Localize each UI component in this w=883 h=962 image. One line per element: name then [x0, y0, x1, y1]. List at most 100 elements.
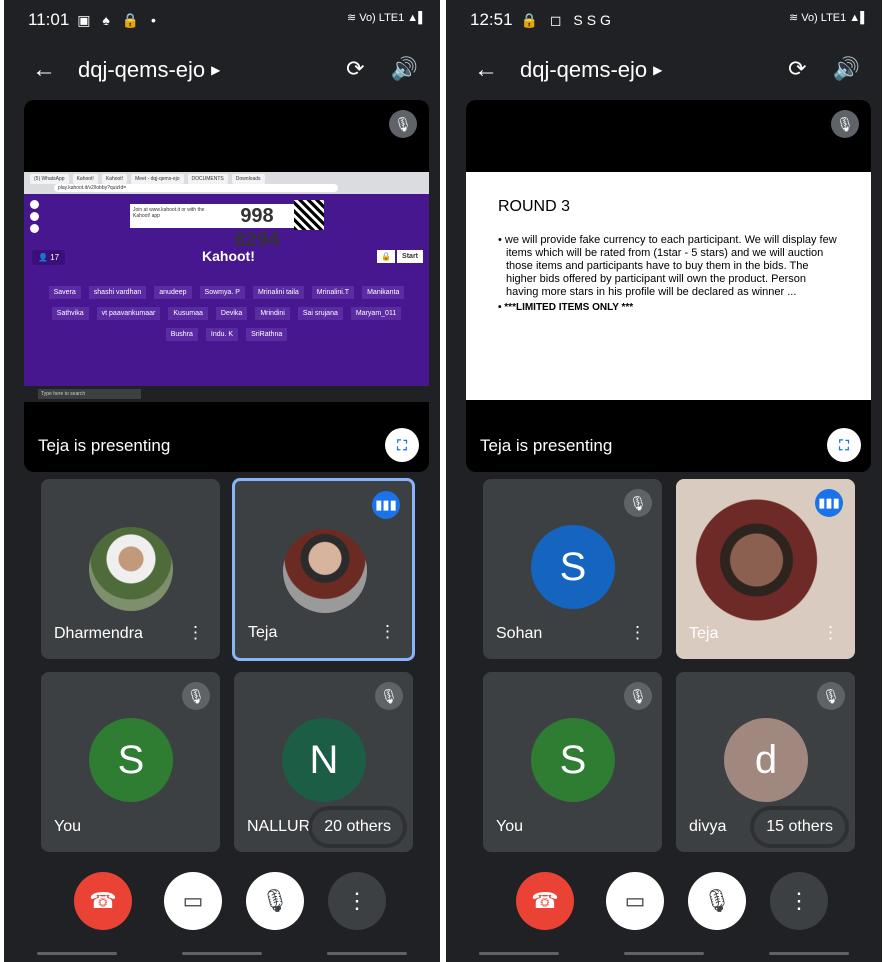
browser-tab: Meet - dqj-qems-ejo [131, 174, 184, 184]
camera-off-button[interactable]: ▭ [606, 872, 664, 930]
player-name: Manikanta [362, 286, 405, 299]
player-name: Mrindini [255, 307, 290, 320]
presenting-label: Teja is presenting [480, 436, 613, 455]
player-name: Devika [215, 307, 248, 320]
mic-off-icon: 🎙 [831, 110, 859, 138]
participant-tile-video[interactable]: ▮▮▮ Teja ⋮ [676, 479, 855, 659]
switch-camera-icon[interactable]: ⟳ [788, 56, 806, 82]
meeting-header: ← dqj-qems-ejo ▶ ⟳ 🔊 [4, 48, 440, 92]
caret-right-icon[interactable]: ▶ [653, 63, 662, 77]
start-button: Start [397, 250, 423, 263]
kahoot-lobby: Join at www.kahoot.it or with the Kahoot… [24, 194, 429, 386]
meeting-header: ← dqj-qems-ejo ▶ ⟳ 🔊 [446, 48, 882, 92]
player-name: Indu. K [205, 328, 239, 341]
taskbar-search: Type here to search [38, 389, 141, 399]
status-time: 12:51 [470, 10, 513, 29]
back-arrow-icon[interactable]: ← [32, 56, 56, 84]
speaking-indicator-icon: ▮▮▮ [372, 491, 400, 519]
participant-name: Teja [689, 625, 719, 642]
player-name: Sathvika [51, 307, 89, 320]
nav-bar [446, 952, 882, 958]
player-name: Kusumaa [168, 307, 208, 320]
call-controls: ☎ ▭ 🎙 ⋮ [4, 872, 440, 932]
avatar [89, 527, 173, 611]
participant-tile[interactable]: 🎙 S You [41, 672, 220, 852]
mic-off-icon: 🎙 [817, 682, 845, 710]
participant-tile[interactable]: 🎙 d divya 15 others [676, 672, 855, 852]
browser-tab: Kahoot! [101, 174, 128, 184]
avatar: S [531, 718, 615, 802]
join-instructions: Join at www.kahoot.it or with the Kahoot… [130, 204, 220, 228]
signal-battery-icon: ≋ Vo) LTE1 ▲▌ [346, 12, 426, 24]
more-options-button[interactable]: ⋮ [328, 872, 386, 930]
player-name: Bushra [165, 328, 198, 341]
switch-camera-icon[interactable]: ⟳ [346, 56, 364, 82]
speaker-icon[interactable]: 🔊 [833, 56, 860, 82]
participant-name: NALLURI [247, 818, 315, 835]
others-count-chip[interactable]: 15 others [754, 810, 845, 844]
url-bar: play.kahoot.it/v2/lobby?quizId= [54, 184, 338, 192]
player-list: Savera shashi vardhan anudeep Sowmya. P … [34, 286, 419, 341]
signal-battery-icon: ≋ Vo) LTE1 ▲▌ [788, 12, 868, 24]
left-phone-screen: 11:01 ▣ ♠ 🔒 • ≋ Vo) LTE1 ▲▌ ← dqj-qems-e… [4, 0, 440, 962]
participant-tile[interactable]: 🎙 S You [483, 672, 662, 852]
mic-off-button[interactable]: 🎙 [246, 872, 304, 930]
mic-off-icon: 🎙 [389, 110, 417, 138]
slide-body: • we will provide fake currency to each … [496, 234, 841, 314]
camera-off-button[interactable]: ▭ [164, 872, 222, 930]
hangup-button[interactable]: ☎ [516, 872, 574, 930]
participant-tile[interactable]: Dharmendra ⋮ [41, 479, 220, 659]
participant-name: You [496, 818, 523, 835]
browser-tab: Kahoot! [72, 174, 98, 184]
mic-off-button[interactable]: 🎙 [688, 872, 746, 930]
mic-off-icon: 🎙 [624, 682, 652, 710]
speaker-icon[interactable]: 🔊 [391, 56, 418, 82]
browser-tab: (5) WhatsApp [30, 174, 69, 184]
avatar [283, 529, 367, 613]
mic-off-icon: 🎙 [624, 489, 652, 517]
browser-tab: Downloads [231, 174, 265, 184]
player-name: Sai srujana [297, 307, 343, 320]
participant-name: Teja [248, 624, 278, 641]
browser-chrome: (5) WhatsApp Kahoot! Kahoot! Meet - dqj-… [24, 172, 429, 194]
mic-off-icon: 🎙 [375, 682, 403, 710]
presentation-tile[interactable]: 🎙 (5) WhatsApp Kahoot! Kahoot! Meet - dq… [24, 100, 429, 472]
mic-off-icon: 🎙 [182, 682, 210, 710]
player-name: anudeep [154, 286, 192, 299]
hangup-button[interactable]: ☎ [74, 872, 132, 930]
shared-slide: ROUND 3 • we will provide fake currency … [466, 172, 871, 400]
participant-tile[interactable]: 🎙 S Sohan ⋮ [483, 479, 662, 659]
fullscreen-icon[interactable]: ⛶ [827, 428, 861, 462]
avatar: S [89, 718, 173, 802]
player-name: Mrinalini taila [252, 286, 304, 299]
call-controls: ☎ ▭ 🎙 ⋮ [446, 872, 882, 932]
participant-name: Dharmendra [54, 625, 143, 642]
fullscreen-icon[interactable]: ⛶ [385, 428, 419, 462]
more-vert-icon[interactable]: ⋮ [379, 622, 396, 642]
caret-right-icon[interactable]: ▶ [211, 63, 220, 77]
participant-name: Sohan [496, 625, 543, 642]
more-vert-icon[interactable]: ⋮ [629, 623, 646, 643]
lock-icon: 🔒 [377, 250, 395, 263]
meeting-code[interactable]: dqj-qems-ejo [78, 57, 205, 83]
speaking-indicator-icon: ▮▮▮ [815, 489, 843, 517]
slide-bullet: • ***LIMITED ITEMS ONLY *** [498, 302, 634, 313]
others-count-chip[interactable]: 20 others [312, 810, 403, 844]
browser-tab: DOCUMENTS [187, 174, 228, 184]
more-vert-icon[interactable]: ⋮ [822, 623, 839, 643]
more-vert-icon[interactable]: ⋮ [187, 623, 204, 643]
back-arrow-icon[interactable]: ← [474, 56, 498, 84]
status-bar: 11:01 ▣ ♠ 🔒 • ≋ Vo) LTE1 ▲▌ [4, 0, 440, 40]
windows-taskbar: Type here to search [24, 386, 429, 402]
avatar: d [724, 718, 808, 802]
presentation-tile[interactable]: 🎙 ROUND 3 • we will provide fake currenc… [466, 100, 871, 472]
qr-code [294, 200, 324, 230]
meeting-code[interactable]: dqj-qems-ejo [520, 57, 647, 83]
status-bar: 12:51 🔒 ◻ SSG ≋ Vo) LTE1 ▲▌ [446, 0, 882, 40]
status-time: 11:01 [28, 10, 70, 29]
side-controls [30, 200, 39, 233]
more-options-button[interactable]: ⋮ [770, 872, 828, 930]
participant-tile[interactable]: 🎙 N NALLURI 20 others [234, 672, 413, 852]
participant-tile-active[interactable]: ▮▮▮ Teja ⋮ [232, 478, 415, 661]
status-icons: ▣ ♠ 🔒 • [77, 11, 160, 28]
